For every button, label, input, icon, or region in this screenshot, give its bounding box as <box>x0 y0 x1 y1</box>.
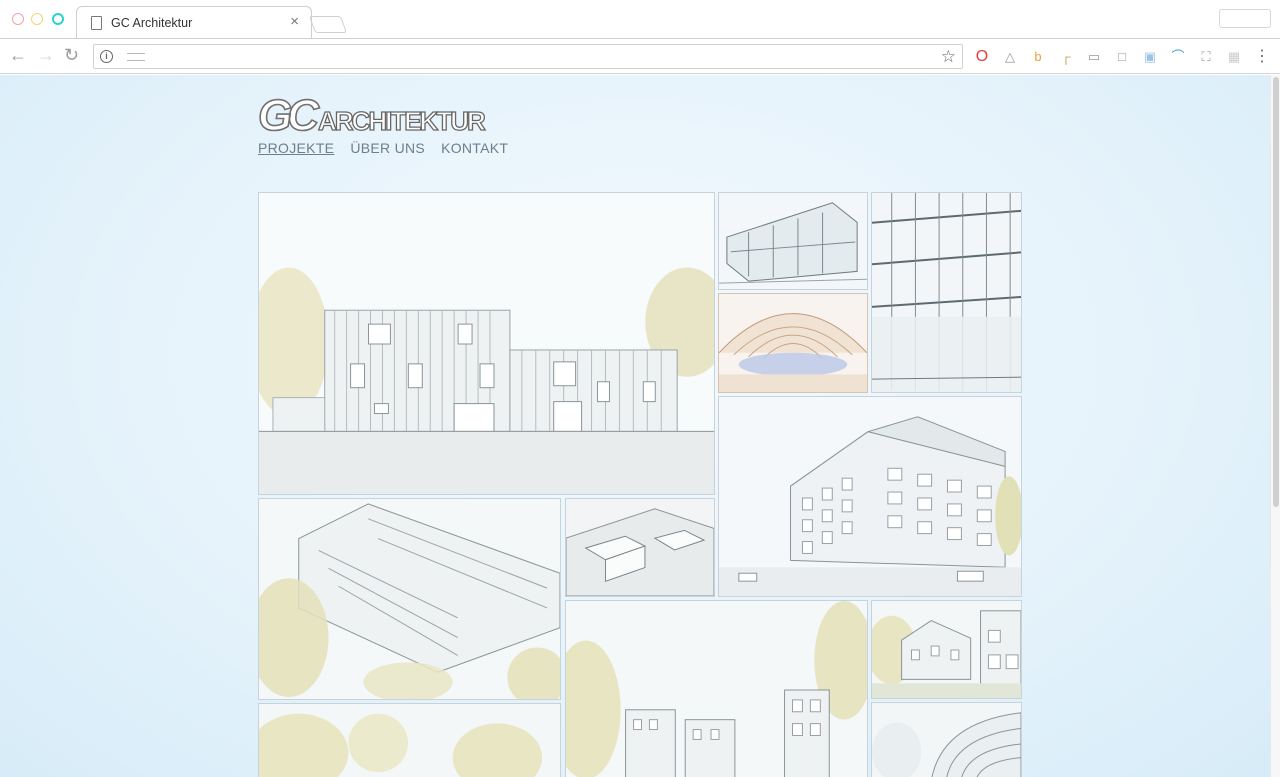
project-tile-trees-bottom[interactable] <box>258 703 561 777</box>
opera-extension-icon[interactable]: O <box>974 49 990 65</box>
menu-icon[interactable]: ⋮ <box>1254 49 1270 65</box>
project-tile-cantilever-glass[interactable] <box>718 192 868 290</box>
drive-extension-icon[interactable]: △ <box>1002 49 1018 65</box>
window-maximize-button[interactable] <box>52 13 64 25</box>
project-tile-curved-facade[interactable] <box>871 702 1022 777</box>
office-facade-sketch <box>872 193 1021 392</box>
street-view-sketch <box>566 601 867 777</box>
project-tile-corner-block[interactable] <box>718 396 1022 597</box>
nav-ueber-uns[interactable]: ÜBER UNS <box>350 140 425 156</box>
trees-sketch <box>259 704 560 777</box>
document-icon <box>91 16 102 30</box>
window-close-button[interactable] <box>12 13 24 25</box>
project-tile-housing-aerial[interactable] <box>258 498 561 700</box>
browser-tab-strip: GC Architektur × <box>0 0 1280 38</box>
tab-title: GC Architektur <box>111 16 193 30</box>
browser-toolbar: ← → ↻ i ☆ O △ b ┌ ▭ □ ▣ ⌒ ⛶ ▦ ⋮ <box>0 38 1280 74</box>
url-placeholder <box>127 53 145 61</box>
project-tile-terraced-house[interactable] <box>871 600 1022 699</box>
window-minimize-button[interactable] <box>31 13 43 25</box>
timber-hall-sketch <box>719 294 867 392</box>
window-extension-icon[interactable]: □ <box>1114 49 1130 65</box>
housing-aerial-sketch <box>259 499 560 699</box>
scrollbar-thumb[interactable] <box>1273 77 1279 507</box>
back-button[interactable]: ← <box>9 45 27 65</box>
address-bar[interactable]: i ☆ <box>93 44 963 69</box>
nav-projekte[interactable]: PROJEKTE <box>258 140 334 156</box>
nav-kontakt[interactable]: KONTAKT <box>441 140 508 156</box>
terraced-house-sketch <box>872 601 1021 698</box>
project-tile-street-view[interactable] <box>565 600 868 777</box>
bookmark-star-icon[interactable]: ☆ <box>941 47 956 67</box>
info-icon[interactable]: i <box>100 50 113 63</box>
ruler-extension-icon[interactable]: ┌ <box>1058 49 1074 65</box>
logo-gc: GC <box>257 91 320 140</box>
reload-button[interactable]: ↻ <box>64 45 79 65</box>
cast-icon[interactable]: ▭ <box>1086 49 1102 65</box>
grid-extension-icon[interactable]: ▦ <box>1226 49 1242 65</box>
project-tile-timber-house[interactable] <box>258 192 715 495</box>
profile-button[interactable] <box>1219 9 1271 28</box>
b-extension-icon[interactable]: b <box>1030 49 1046 65</box>
close-tab-icon[interactable]: × <box>290 13 299 30</box>
save-extension-icon[interactable]: ▣ <box>1142 49 1158 65</box>
wave-extension-icon[interactable]: ⌒ <box>1170 49 1186 65</box>
forward-button[interactable]: → <box>37 45 55 65</box>
browser-tab[interactable]: GC Architektur × <box>76 6 312 38</box>
site-logo[interactable]: GC ARCHITEKTUR <box>257 91 486 140</box>
corner-block-sketch <box>719 397 1021 596</box>
cantilever-glass-sketch <box>719 193 867 289</box>
site-model-sketch <box>566 499 714 596</box>
logo-architektur: ARCHITEKTUR <box>317 106 486 136</box>
timber-house-sketch <box>259 193 714 494</box>
project-tile-site-model[interactable] <box>565 498 715 597</box>
screenshot-extension-icon[interactable]: ⛶ <box>1198 49 1214 65</box>
page-scrollbar[interactable] <box>1270 75 1280 777</box>
project-tile-timber-hall[interactable] <box>718 293 868 393</box>
curved-facade-sketch <box>872 703 1021 777</box>
page-viewport: GC ARCHITEKTUR PROJEKTE ÜBER UNS KONTAKT <box>0 75 1270 777</box>
project-tile-office-facade[interactable] <box>871 192 1022 393</box>
main-nav: PROJEKTE ÜBER UNS KONTAKT <box>258 140 508 156</box>
new-tab-button[interactable] <box>308 16 348 33</box>
